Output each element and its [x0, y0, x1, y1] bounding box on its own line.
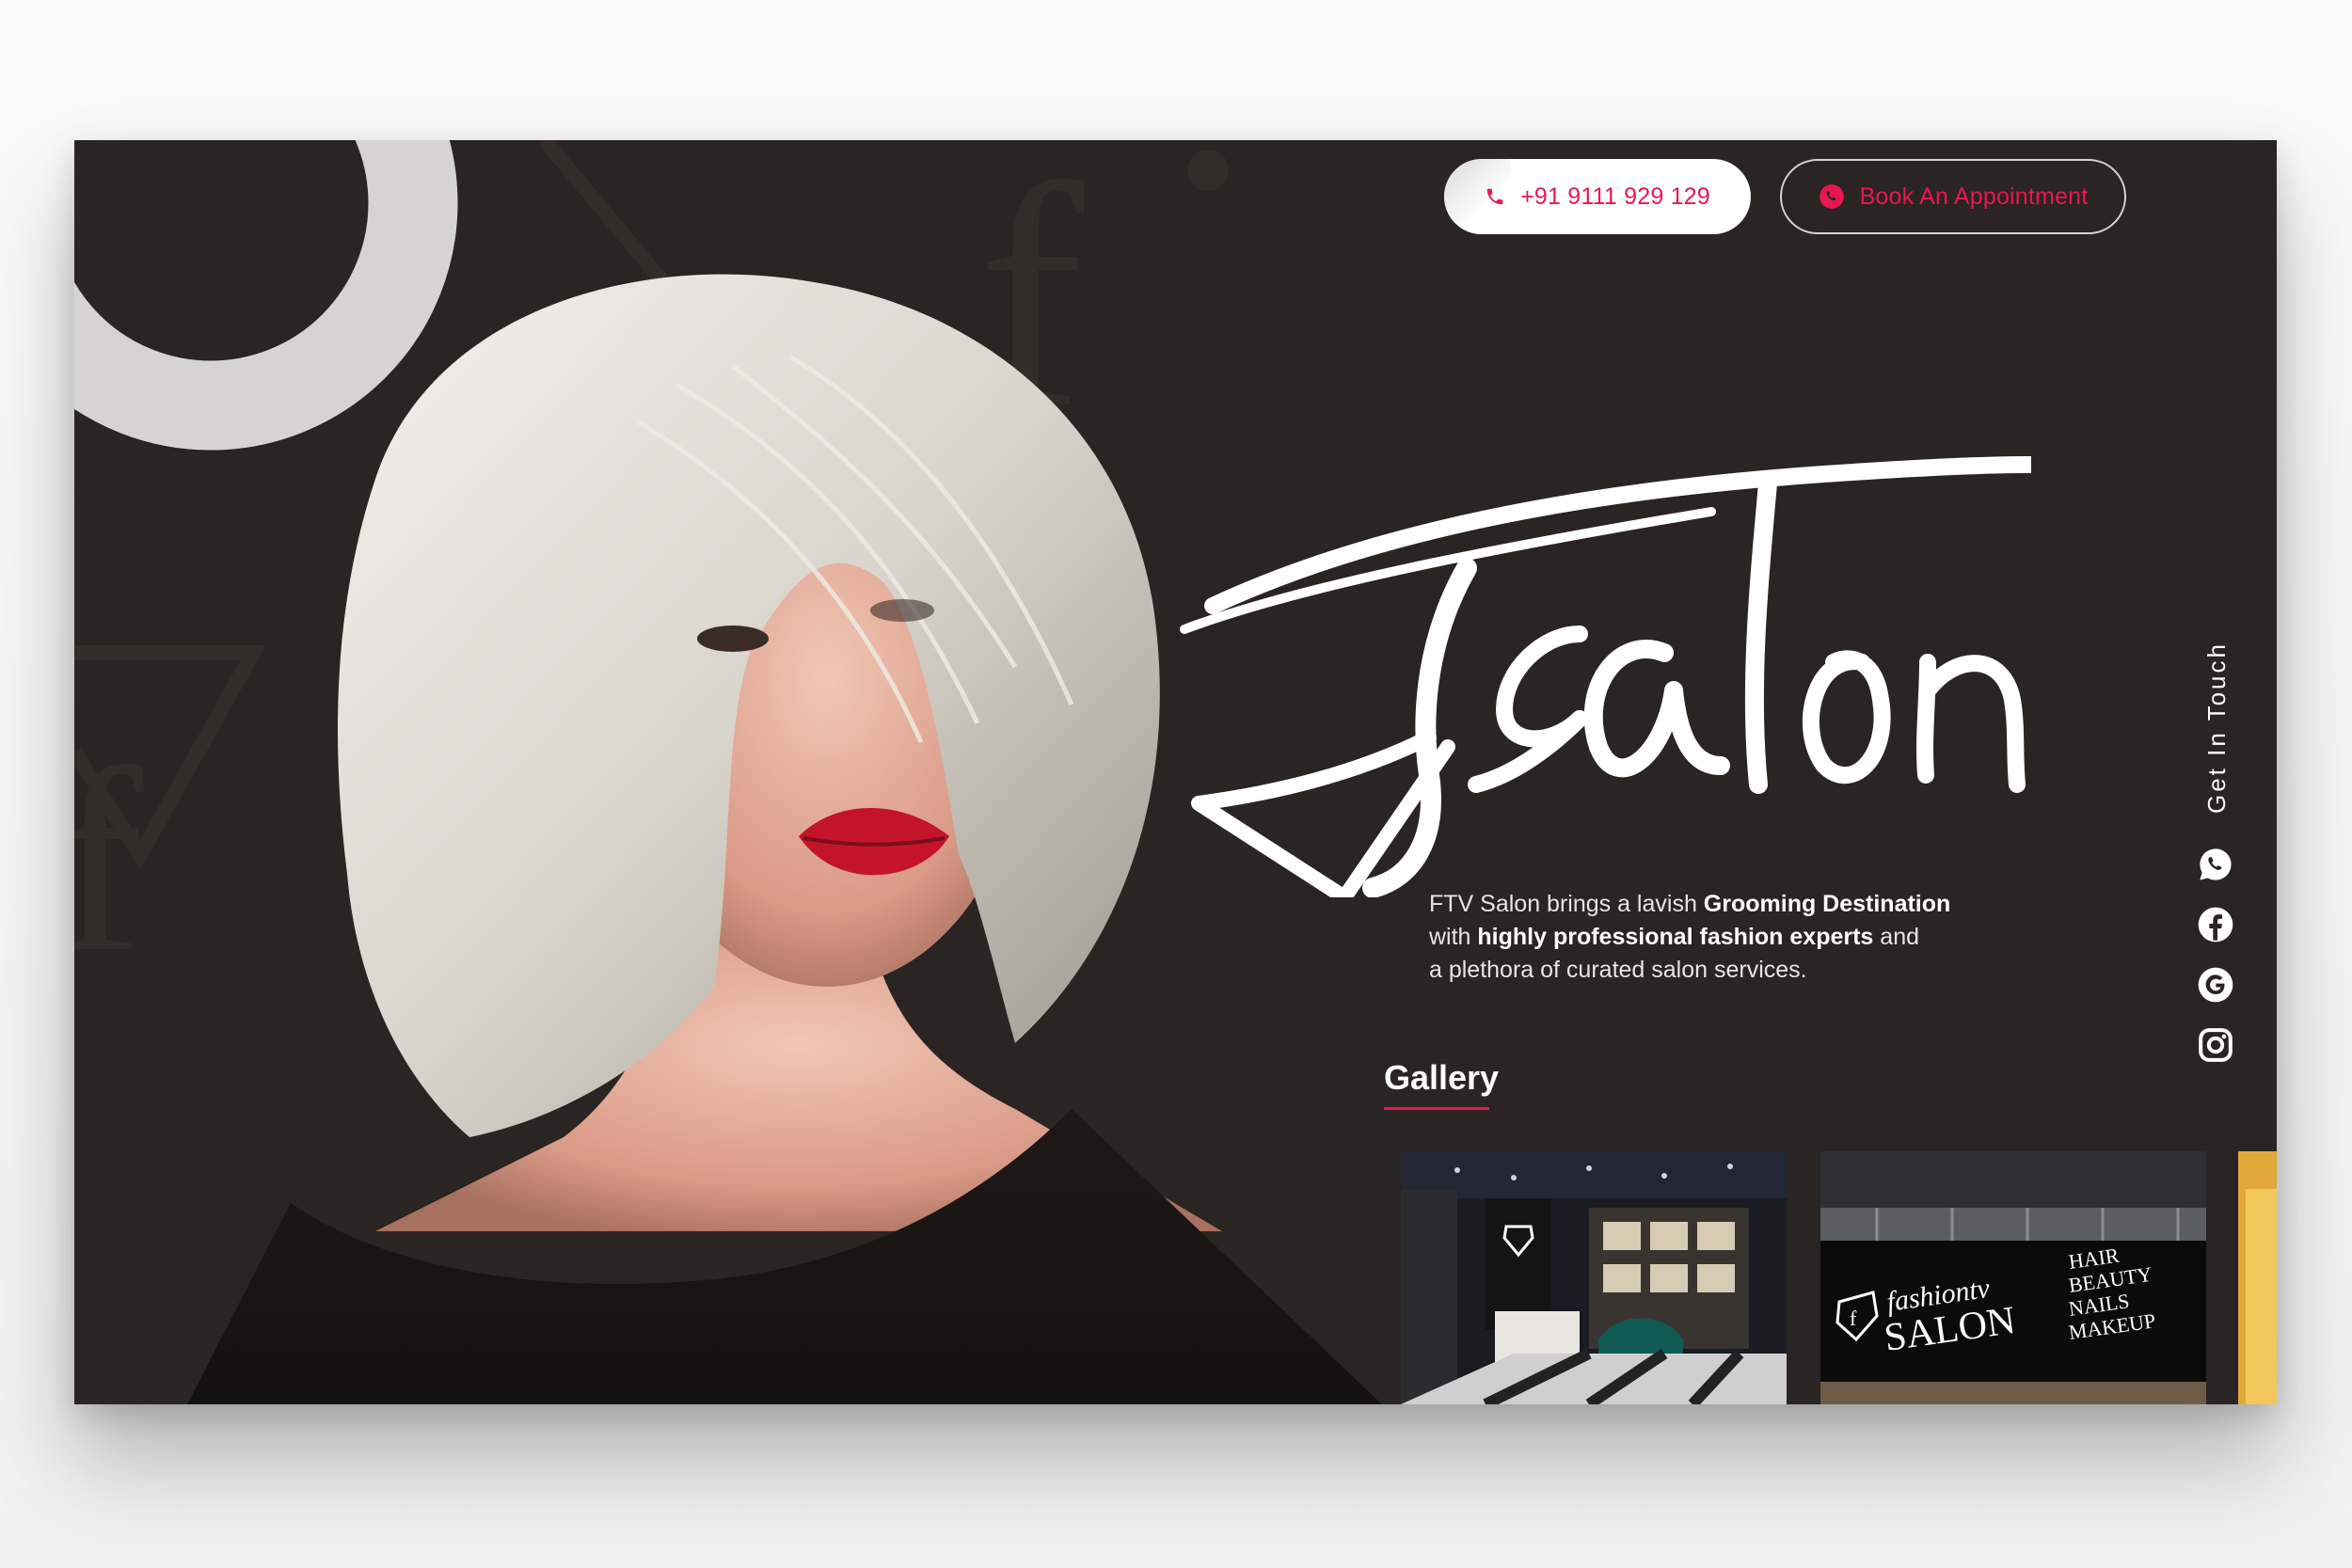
fsalon-script-logo [1180, 456, 2031, 897]
svg-text:f: f [1850, 1307, 1857, 1330]
whatsapp-link[interactable] [2197, 846, 2234, 883]
gallery-heading-underline [1384, 1107, 1489, 1110]
intro-text-1: FTV Salon brings a lavish [1429, 891, 1704, 917]
intro-highlight-2: highly professional fashion experts [1477, 924, 1874, 950]
contact-rail: Get In Touch [2187, 610, 2244, 1212]
landing-page-frame: f f +91 9111 929 129 Book An Appointment… [74, 140, 2277, 1404]
phone-number-label: +91 9111 929 129 [1520, 182, 1710, 210]
whatsapp-icon [2200, 848, 2232, 880]
whatsapp-icon [1819, 184, 1844, 209]
phone-icon [1486, 188, 1503, 205]
intro-text-3: and [1873, 924, 1920, 950]
book-appointment-label: Book An Appointment [1859, 182, 2089, 210]
intro-text-2: with [1429, 924, 1478, 950]
gallery-heading: Gallery [1384, 1058, 1500, 1097]
facebook-link[interactable] [2197, 906, 2234, 943]
gallery-photo-salon-storefront[interactable]: f fashiontv SALON HAIR BEAUTY NAILS MAKE… [1820, 1151, 2206, 1404]
gallery-photo-salon-interior[interactable] [1401, 1151, 1787, 1404]
get-in-touch-label: Get In Touch [2202, 641, 2231, 814]
instagram-link[interactable] [2197, 1026, 2234, 1064]
salon-interior-image [1401, 1151, 1787, 1404]
book-appointment-button[interactable]: Book An Appointment [1780, 159, 2126, 234]
salon-storefront-image: f fashiontv SALON HAIR BEAUTY NAILS MAKE… [1820, 1151, 2206, 1404]
google-icon [2198, 967, 2233, 1003]
instagram-icon [2199, 1028, 2233, 1062]
phone-call-button[interactable]: +91 9111 929 129 [1444, 159, 1751, 234]
intro-paragraph: FTV Salon brings a lavish Grooming Desti… [1429, 888, 2069, 987]
facebook-icon [2198, 907, 2233, 942]
google-link[interactable] [2197, 966, 2234, 1004]
intro-text-4: a plethora of curated salon services. [1429, 957, 1807, 983]
gallery-partial-image [2238, 1151, 2277, 1404]
gallery-photo-partial[interactable] [2238, 1151, 2277, 1404]
intro-highlight-1: Grooming Destination [1703, 891, 1951, 917]
